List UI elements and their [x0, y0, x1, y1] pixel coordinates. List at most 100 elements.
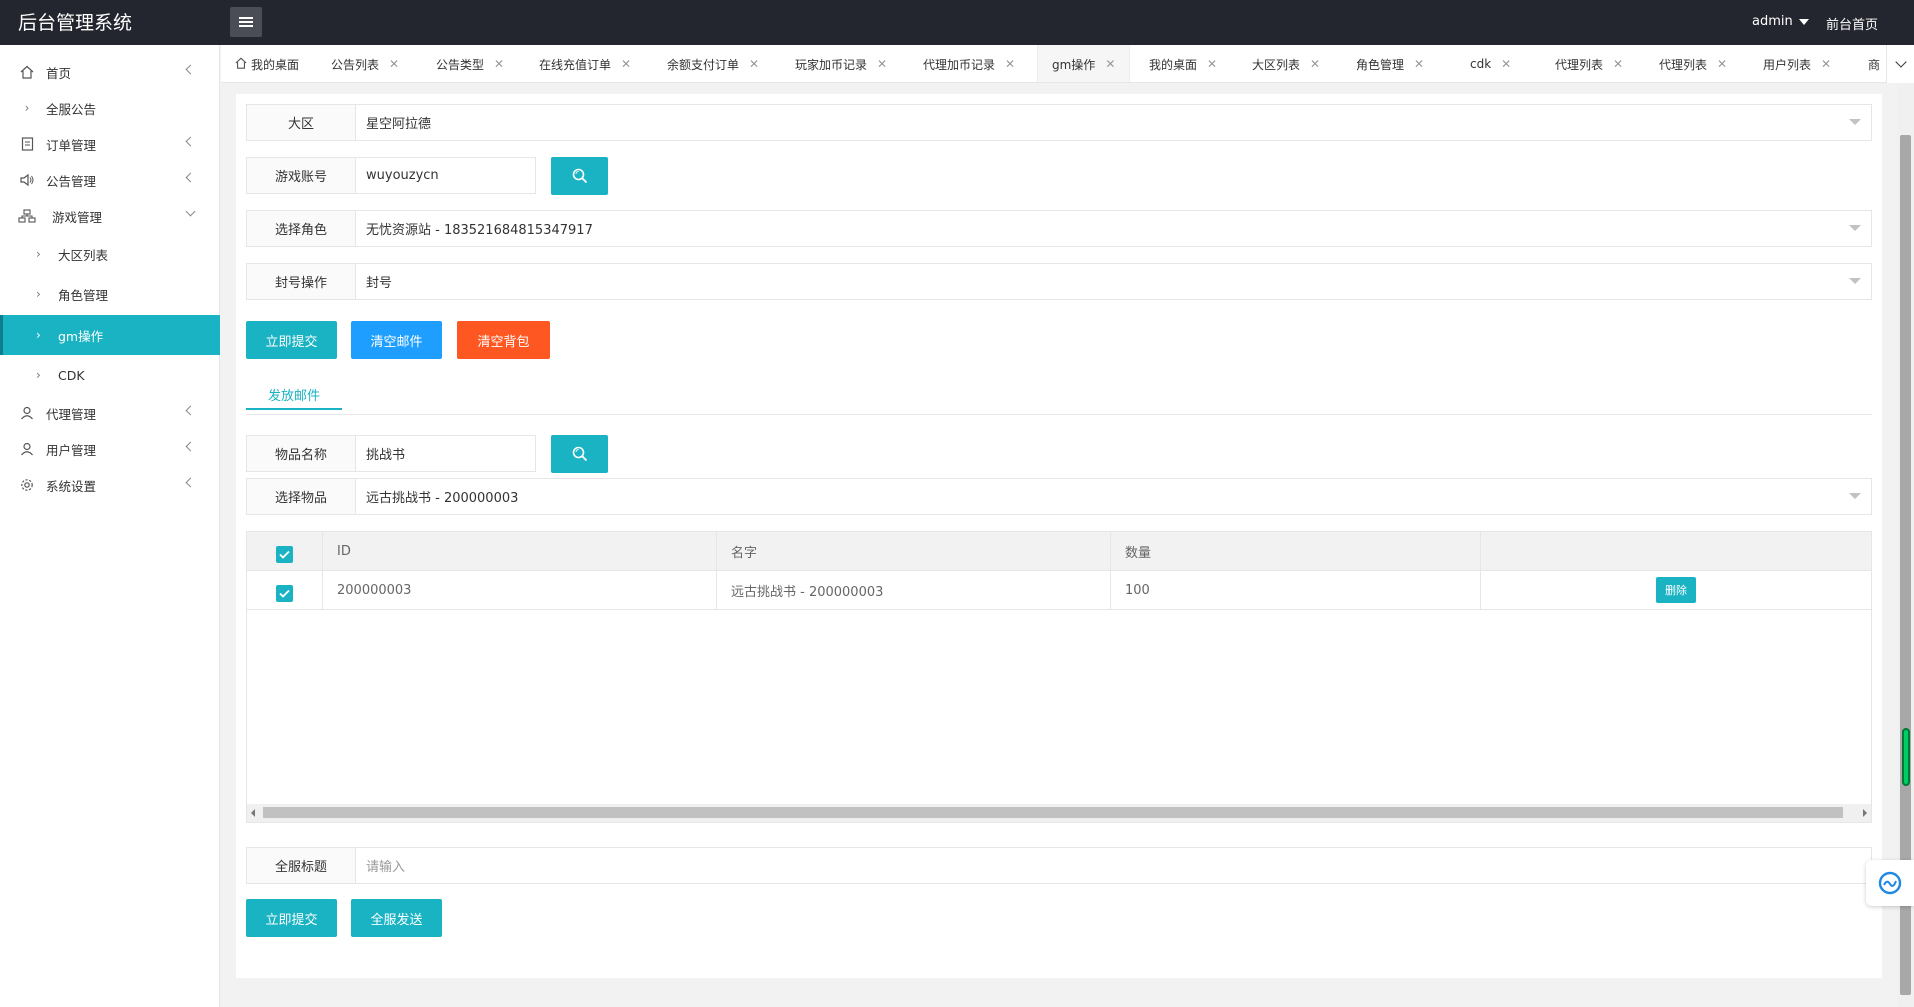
tab-my-desktop-2[interactable]: 我的桌面 ✕ — [1149, 45, 1217, 82]
broadcast-title-field: 全服标题 请输入 — [246, 847, 1872, 884]
close-icon[interactable]: ✕ — [1717, 57, 1727, 71]
tab-user-list[interactable]: 用户列表 ✕ — [1763, 45, 1831, 82]
tab-shop[interactable]: 商 — [1868, 45, 1880, 82]
scroll-indicator[interactable] — [1902, 728, 1910, 786]
role-selected-text: 无忧资源站 - 183521684815347917 — [366, 223, 593, 238]
item-select-value[interactable]: 远古挑战书 - 200000003 — [356, 479, 1871, 514]
sidebar-item-game[interactable]: 游戏管理 — [0, 198, 220, 234]
sidebar-item-agents[interactable]: 代理管理 — [0, 395, 220, 431]
tab-label: 代理加币记录 — [923, 57, 996, 72]
tab-my-desktop[interactable]: 我的桌面 — [235, 45, 299, 82]
tab-region-list[interactable]: 大区列表 ✕ — [1252, 45, 1320, 82]
sidebar-item-home[interactable]: 首页 — [0, 54, 220, 90]
chevron-right-icon: › — [36, 368, 41, 382]
close-icon[interactable]: ✕ — [1105, 57, 1115, 71]
tab-send-mail[interactable]: 发放邮件 — [246, 380, 342, 410]
tab-player-coin-log[interactable]: 玩家加币记录 ✕ — [795, 45, 887, 82]
chevron-left-icon — [185, 405, 196, 416]
sidebar-item-announcements[interactable]: 公告管理 — [0, 162, 220, 198]
close-icon[interactable]: ✕ — [1207, 57, 1217, 71]
scroll-left-icon[interactable] — [251, 809, 255, 817]
sidebar-item-label: 系统设置 — [46, 478, 97, 494]
tab-scroll-down-button[interactable] — [1886, 45, 1914, 83]
ban-select[interactable]: 封号操作 封号 — [246, 263, 1872, 300]
tab-online-recharge[interactable]: 在线充值订单 ✕ — [539, 45, 631, 82]
sidebar-item-announcement-all[interactable]: › 全服公告 — [0, 90, 220, 126]
broadcast-title-input[interactable]: 请输入 — [356, 848, 1871, 883]
item-name-label: 物品名称 — [247, 436, 356, 471]
clear-mail-button[interactable]: 清空邮件 — [351, 321, 442, 359]
scroll-right-icon[interactable] — [1863, 809, 1867, 817]
close-icon[interactable]: ✕ — [1821, 57, 1831, 71]
close-icon[interactable]: ✕ — [1414, 57, 1424, 71]
table-horizontal-scrollbar[interactable] — [247, 804, 1871, 822]
send-all-button[interactable]: 全服发送 — [351, 899, 442, 937]
sidebar-item-users[interactable]: 用户管理 — [0, 431, 220, 467]
tab-agent-list[interactable]: 代理列表 ✕ — [1555, 45, 1623, 82]
dropdown-arrow-icon — [1849, 225, 1861, 231]
tab-label: 在线充值订单 — [539, 57, 612, 72]
sidebar-item-cdk[interactable]: › CDK — [0, 357, 220, 393]
close-icon[interactable]: ✕ — [1310, 57, 1320, 71]
sidebar-item-role-manage[interactable]: › 角色管理 — [0, 276, 220, 312]
close-icon[interactable]: ✕ — [1613, 57, 1623, 71]
chevron-left-icon — [185, 136, 196, 147]
user-name: admin — [1752, 14, 1793, 29]
front-page-link[interactable]: 前台首页 — [1826, 14, 1878, 33]
tab-role-manage[interactable]: 角色管理 ✕ — [1356, 45, 1424, 82]
search-icon — [572, 446, 587, 462]
tab-cdk[interactable]: cdk ✕ — [1470, 45, 1511, 82]
floating-assistant-button[interactable] — [1866, 860, 1914, 906]
tab-label: 公告类型 — [436, 57, 485, 72]
dropdown-arrow-icon — [1849, 493, 1861, 499]
sidebar-item-label: 大区列表 — [58, 247, 109, 263]
cell-quantity: 100 — [1111, 571, 1481, 609]
select-all-checkbox[interactable] — [276, 545, 293, 563]
tab-balance-orders[interactable]: 余额支付订单 ✕ — [667, 45, 759, 82]
close-icon[interactable]: ✕ — [1005, 57, 1015, 71]
gear-icon — [18, 476, 36, 494]
tab-announcement-type[interactable]: 公告类型 ✕ — [436, 45, 504, 82]
mail-submit-button[interactable]: 立即提交 — [246, 899, 337, 937]
scrollbar-thumb[interactable] — [263, 807, 1843, 818]
sidebar-item-settings[interactable]: 系统设置 — [0, 467, 220, 503]
user-menu[interactable]: admin — [1752, 14, 1809, 29]
region-select[interactable]: 大区 星空阿拉德 — [246, 104, 1872, 141]
dropdown-arrow-icon — [1849, 278, 1861, 284]
close-icon[interactable]: ✕ — [1501, 57, 1511, 71]
broadcast-title-label: 全服标题 — [247, 848, 356, 883]
chevron-left-icon — [185, 477, 196, 488]
account-input[interactable]: wuyouzycn — [356, 158, 535, 193]
sidebar-item-label: 订单管理 — [46, 137, 97, 153]
item-search-button[interactable] — [551, 435, 608, 473]
sidebar-item-orders[interactable]: 订单管理 — [0, 126, 220, 162]
close-icon[interactable]: ✕ — [389, 57, 399, 71]
submit-button[interactable]: 立即提交 — [246, 321, 337, 359]
account-search-button[interactable] — [551, 157, 608, 195]
sidebar-item-region-list[interactable]: › 大区列表 — [0, 236, 220, 272]
role-value[interactable]: 无忧资源站 - 183521684815347917 — [356, 211, 1871, 246]
tab-agent-list-2[interactable]: 代理列表 ✕ — [1659, 45, 1727, 82]
item-name-input[interactable]: 挑战书 — [356, 436, 535, 471]
delete-button[interactable]: 删除 — [1656, 577, 1696, 603]
close-icon[interactable]: ✕ — [877, 57, 887, 71]
tab-agent-coin-log[interactable]: 代理加币记录 ✕ — [923, 45, 1015, 82]
tab-label: 代理列表 — [1659, 57, 1708, 72]
row-checkbox[interactable] — [276, 584, 293, 602]
item-selected-text: 远古挑战书 - 200000003 — [366, 491, 519, 506]
tab-label: 代理列表 — [1555, 57, 1604, 72]
tab-bar: 我的桌面 公告列表 ✕ 公告类型 ✕ 在线充值订单 ✕ 余额支付订单 ✕ 玩家加币记录 ✕… — [221, 45, 1914, 83]
role-select[interactable]: 选择角色 无忧资源站 - 183521684815347917 — [246, 210, 1872, 247]
tab-announcement-list[interactable]: 公告列表 ✕ — [331, 45, 399, 82]
close-icon[interactable]: ✕ — [749, 57, 759, 71]
clear-bag-button[interactable]: 清空背包 — [457, 321, 550, 359]
item-select[interactable]: 选择物品 远古挑战书 - 200000003 — [246, 478, 1872, 515]
close-icon[interactable]: ✕ — [494, 57, 504, 71]
sidebar-item-gm-operation[interactable]: › gm操作 — [0, 315, 220, 355]
tab-gm-operation[interactable]: gm操作 ✕ — [1037, 45, 1131, 82]
close-icon[interactable]: ✕ — [621, 57, 631, 71]
menu-toggle-button[interactable] — [230, 7, 262, 37]
ban-value[interactable]: 封号 — [356, 264, 1871, 299]
caret-down-icon — [1798, 18, 1809, 25]
region-value[interactable]: 星空阿拉德 — [356, 105, 1871, 140]
